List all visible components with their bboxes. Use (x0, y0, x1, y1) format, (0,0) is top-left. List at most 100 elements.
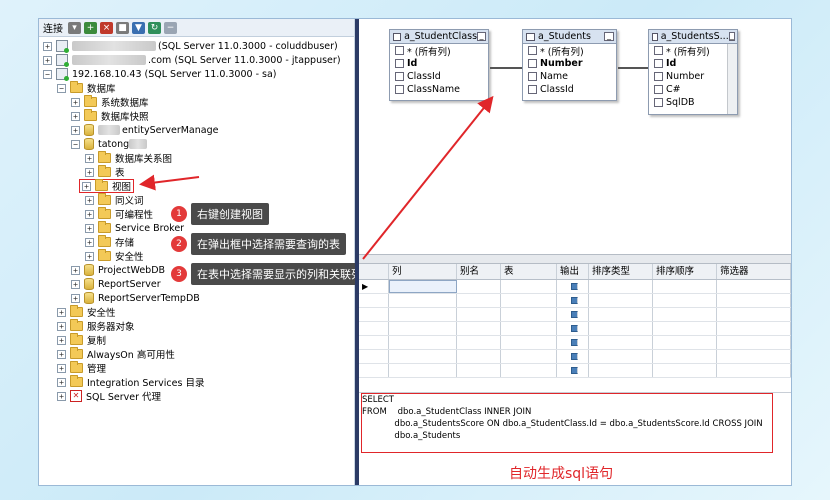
table-row[interactable] (359, 336, 791, 350)
grid-cell[interactable] (389, 336, 457, 349)
row-selector[interactable] (359, 308, 389, 321)
grid-cell[interactable] (457, 322, 501, 335)
tree-item-server1[interactable]: + (SQL Server 11.0.3000 - coluddbuser) (43, 39, 338, 53)
output-checkbox[interactable] (570, 311, 578, 318)
expand-icon[interactable]: + (85, 195, 94, 205)
grid-cell[interactable] (501, 350, 557, 363)
grid-cell[interactable] (389, 294, 457, 307)
table-row[interactable] (359, 308, 791, 322)
grid-cell[interactable] (717, 364, 791, 377)
column-header[interactable]: 列 (389, 264, 457, 279)
grid-cell[interactable] (717, 294, 791, 307)
table-header[interactable]: a_StudentClass _ (390, 30, 488, 44)
tree-item-replication[interactable]: + 复制 (57, 333, 106, 347)
grid-cell[interactable] (589, 280, 653, 293)
tree-item-projectwebdb[interactable]: + ProjectWebDB (71, 263, 165, 277)
checkbox[interactable] (395, 46, 404, 55)
grid-cell[interactable] (589, 294, 653, 307)
disconnect-icon[interactable]: × (100, 21, 113, 34)
tree-item-databases[interactable]: − 数据库 (57, 81, 116, 95)
grid-cell[interactable] (457, 350, 501, 363)
column-row[interactable]: C# (649, 83, 737, 96)
column-row[interactable]: Number (649, 70, 737, 83)
expand-icon[interactable]: + (43, 41, 52, 51)
table-row[interactable] (359, 364, 791, 378)
tree-item-integration[interactable]: + Integration Services 目录 (57, 375, 204, 389)
tree-item-synonyms[interactable]: + 同义词 (85, 193, 144, 207)
grid-cell[interactable] (501, 308, 557, 321)
checkbox[interactable] (654, 59, 663, 68)
grid-cell[interactable] (389, 280, 457, 293)
collapse-icon[interactable]: − (57, 83, 66, 93)
tree-item-service-broker[interactable]: + Service Broker (85, 221, 184, 235)
output-checkbox[interactable] (570, 325, 578, 332)
tree-item-server-objects[interactable]: + 服务器对象 (57, 319, 135, 333)
column-row[interactable]: Number (523, 57, 616, 70)
checkbox[interactable] (395, 59, 404, 68)
pane-splitter[interactable] (359, 254, 791, 264)
table-row[interactable]: ▶ (359, 280, 791, 294)
checkbox[interactable] (654, 72, 663, 81)
tree-item-server2[interactable]: + .com (SQL Server 11.0.3000 - jtappuser… (43, 53, 341, 67)
column-header[interactable]: 别名 (457, 264, 501, 279)
grid-cell[interactable] (389, 322, 457, 335)
grid-cell[interactable] (501, 364, 557, 377)
grid-cell[interactable] (457, 294, 501, 307)
tree-item-db-diagram[interactable]: + 数据库关系图 (85, 151, 172, 165)
tree-item-reportserver[interactable]: + ReportServer (71, 277, 161, 291)
column-row[interactable]: Id (649, 57, 737, 70)
tree-item-system-db[interactable]: + 系统数据库 (71, 95, 149, 109)
grid-cell[interactable] (589, 308, 653, 321)
expand-icon[interactable]: + (85, 237, 94, 247)
table-students[interactable]: a_Students _ * (所有列) Number Name ClassId (522, 29, 617, 101)
checkbox[interactable] (528, 46, 537, 55)
column-row[interactable]: Id (390, 57, 488, 70)
grid-cell[interactable] (653, 308, 717, 321)
column-row[interactable]: * (所有列) (649, 44, 737, 58)
grid-cell[interactable] (589, 336, 653, 349)
grid-cell[interactable] (457, 336, 501, 349)
checkbox[interactable] (395, 85, 404, 94)
expand-icon[interactable]: + (57, 321, 66, 331)
expand-icon[interactable]: + (71, 279, 80, 289)
tree-item-server3[interactable]: − 192.168.10.43 (SQL Server 11.0.3000 - … (43, 67, 277, 81)
table-studentclass[interactable]: a_StudentClass _ * (所有列) Id ClassId Clas… (389, 29, 489, 101)
checkbox[interactable] (654, 98, 663, 107)
table-row[interactable] (359, 350, 791, 364)
grid-cell[interactable] (501, 294, 557, 307)
refresh-icon[interactable]: ↻ (148, 21, 161, 34)
grid-cell[interactable] (501, 280, 557, 293)
column-row[interactable]: * (所有列) (523, 44, 616, 58)
tree-item-security-inner[interactable]: + 安全性 (85, 249, 144, 263)
expand-icon[interactable]: + (57, 307, 66, 317)
expand-icon[interactable]: + (57, 335, 66, 345)
tree-item-alwayson[interactable]: + AlwaysOn 高可用性 (57, 347, 175, 361)
grid-cell[interactable] (501, 336, 557, 349)
minimize-icon[interactable]: _ (477, 32, 486, 41)
grid-cell[interactable] (557, 336, 589, 349)
column-header[interactable]: 排序顺序 (653, 264, 717, 279)
expand-icon[interactable]: + (71, 111, 80, 121)
grid-cell[interactable] (557, 350, 589, 363)
tree-item-tables[interactable]: + 表 (85, 165, 125, 179)
row-selector[interactable] (359, 322, 389, 335)
table-scrollbar[interactable] (727, 44, 737, 114)
tree-item-programmability[interactable]: + 可编程性 (85, 207, 153, 221)
expand-icon[interactable]: + (57, 391, 66, 401)
row-selector[interactable] (359, 294, 389, 307)
row-selector-icon[interactable]: ▶ (359, 280, 389, 293)
table-header[interactable]: a_Students _ (523, 30, 616, 44)
column-row[interactable]: Name (523, 70, 616, 83)
grid-cell[interactable] (717, 322, 791, 335)
connect-icon[interactable]: + (84, 21, 97, 34)
row-selector[interactable] (359, 336, 389, 349)
expand-icon[interactable]: + (71, 265, 80, 275)
output-checkbox[interactable] (570, 283, 578, 290)
column-row[interactable]: SqlDB (649, 96, 737, 109)
expand-icon[interactable]: + (85, 153, 94, 163)
grid-cell[interactable] (589, 322, 653, 335)
grid-cell[interactable] (653, 350, 717, 363)
expand-icon[interactable]: + (85, 209, 94, 219)
grid-cell[interactable] (589, 364, 653, 377)
table-row[interactable] (359, 322, 791, 336)
